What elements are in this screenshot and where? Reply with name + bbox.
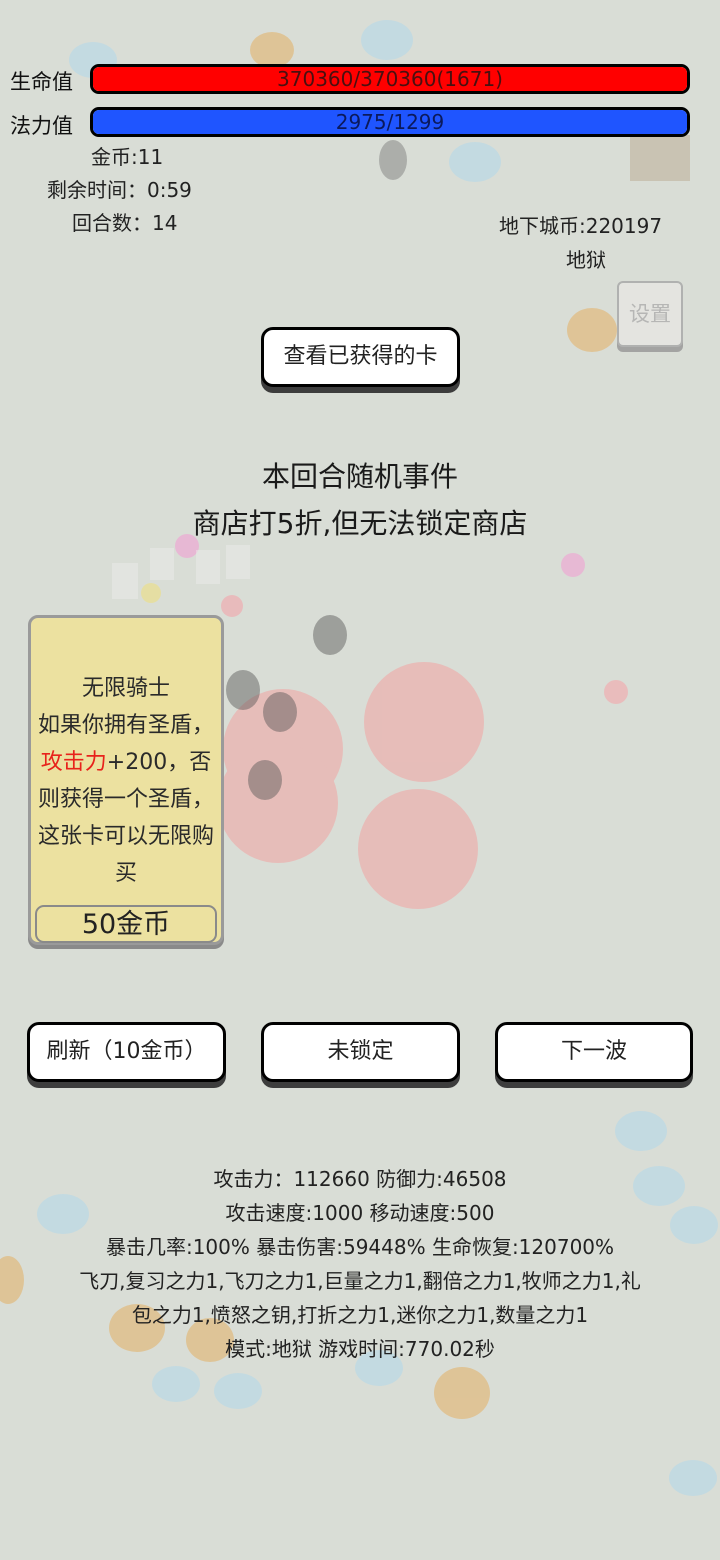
- event-title: 本回合随机事件: [261, 460, 458, 493]
- minion-sprite: [112, 563, 138, 599]
- stats-speed: 攻击速度:1000 移动速度:500: [225, 1201, 495, 1225]
- penguin-sprite: [379, 140, 407, 180]
- hp-bar: 370360/370360(1671): [90, 64, 690, 94]
- next-wave-button[interactable]: 下一波: [495, 1022, 693, 1082]
- slime-sprite: [152, 1366, 200, 1402]
- minion-sprite: [226, 545, 250, 579]
- poop-sprite: [567, 308, 617, 352]
- penguin-sprite: [263, 692, 297, 732]
- minion-sprite: [150, 548, 174, 580]
- card-highlight: 攻击力: [40, 750, 107, 775]
- refresh-button[interactable]: 刷新（10金币）: [27, 1022, 226, 1082]
- slime-sprite: [449, 142, 501, 182]
- card-title: 无限骑士: [81, 676, 170, 701]
- mp-label: 法力值: [10, 114, 73, 138]
- stats-attack-defense: 攻击力：112660 防御力:46508: [213, 1167, 507, 1191]
- hp-label: 生命值: [10, 70, 73, 94]
- slime-sprite: [615, 1111, 667, 1151]
- enemy-blob: [604, 680, 628, 704]
- stats-mode-time: 模式:地狱 游戏时间:770.02秒: [225, 1337, 495, 1361]
- event-description: 商店打5折,但无法锁定商店: [192, 507, 528, 540]
- shop-card[interactable]: 无限骑士 如果你拥有圣盾，攻击力+200，否则获得一个圣盾，这张卡可以无限购买 …: [28, 615, 224, 945]
- lock-button[interactable]: 未锁定: [261, 1022, 460, 1082]
- minion-sprite: [196, 550, 220, 584]
- enemy-blob: [218, 743, 338, 863]
- enemy-blob: [561, 553, 585, 577]
- enemy-blob: [358, 789, 478, 909]
- player-stats: 攻击力：112660 防御力:46508 攻击速度:1000 移动速度:500 …: [0, 1162, 720, 1366]
- slime-sprite: [361, 20, 413, 60]
- round-counter: 回合数：14: [72, 211, 178, 235]
- mp-value: 2975/1299: [335, 110, 445, 134]
- slime-sprite: [669, 1460, 717, 1496]
- slime-sprite: [214, 1373, 262, 1409]
- enemy-blob: [223, 689, 343, 809]
- penguin-sprite: [248, 760, 282, 800]
- difficulty-label: 地狱: [566, 248, 606, 272]
- time-left: 剩余时间：0:59: [47, 178, 192, 202]
- penguin-sprite: [226, 670, 260, 710]
- poop-sprite: [250, 32, 294, 68]
- poop-sprite: [434, 1367, 490, 1419]
- dungeon-coins: 地下城币:220197: [499, 214, 663, 238]
- enemy-blob: [364, 662, 484, 782]
- settings-button[interactable]: 设置: [617, 281, 683, 347]
- card-body: 无限骑士 如果你拥有圣盾，攻击力+200，否则获得一个圣盾，这张卡可以无限购买: [37, 670, 215, 892]
- view-cards-button[interactable]: 查看已获得的卡: [261, 327, 460, 387]
- stats-powers-2: 包之力1,愤怒之钥,打折之力1,迷你之力1,数量之力1: [131, 1303, 589, 1327]
- card-description: 如果你拥有圣盾，: [37, 713, 214, 738]
- stats-powers-1: 飞刀,复习之力1,飞刀之力1,巨量之力1,翻倍之力1,牧师之力1,礼: [79, 1269, 641, 1293]
- enemy-blob: [221, 595, 243, 617]
- card-price-button[interactable]: 50金币: [35, 905, 217, 943]
- chest-sprite: [630, 135, 690, 181]
- penguin-sprite: [313, 615, 347, 655]
- gold-counter: 金币:11: [91, 145, 164, 169]
- stats-crit-regen: 暴击几率:100% 暴击伤害:59448% 生命恢复:120700%: [105, 1235, 615, 1259]
- enemy-blob: [141, 583, 161, 603]
- mp-bar: 2975/1299: [90, 107, 690, 137]
- hp-value: 370360/370360(1671): [277, 67, 503, 91]
